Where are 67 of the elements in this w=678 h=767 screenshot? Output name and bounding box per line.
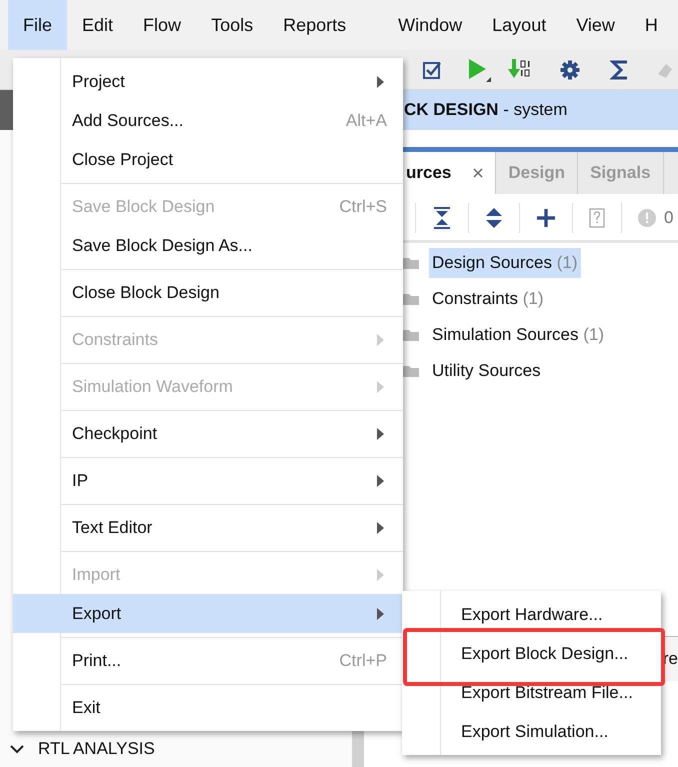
menu-item[interactable]: Print... Ctrl+P [13,641,403,680]
folder-icon [402,364,420,378]
tree-item[interactable]: Constraints (1) [429,284,546,314]
menu-bar-item[interactable]: View [561,0,630,50]
settings-icon[interactable] [560,60,580,80]
menu-item-label: Save Block Design As... [72,236,252,256]
menu-item[interactable]: Export Simulation... [402,712,661,751]
collapse-all-icon[interactable] [432,207,452,229]
menu-item-label: Close Project [72,150,174,170]
folder-icon [402,292,420,306]
menu-item[interactable]: Text Editor [13,508,403,547]
menu-item-label: Text Editor [72,518,152,538]
menu-bar-item[interactable]: Flow [128,0,196,50]
menu-bar-item[interactable]: File [8,0,68,50]
menu-item[interactable]: Close Block Design [13,273,403,312]
menu-bar-item[interactable]: Edit [67,0,128,50]
menu-item-label: Save Block Design [72,196,215,216]
menu-item-label: Export Simulation... [461,722,608,742]
menu-item-label: Checkpoint [72,424,158,444]
expand-all-icon[interactable] [485,207,503,229]
shortcut-label: Alt+A [346,110,387,130]
tree-item[interactable]: Simulation Sources (1) [429,320,607,350]
close-icon[interactable] [473,168,484,178]
menu-item[interactable]: Checkpoint [13,414,403,453]
menu-item-label: Import [72,564,120,584]
menu-item[interactable]: Add Sources... Alt+A [13,101,403,140]
menu-item-label: Export Hardware... [461,604,603,624]
tree-item[interactable]: Utility Sources [429,356,544,386]
diagram-title: CK DESIGN - system [404,100,568,120]
menu-bar-item[interactable]: Reports [268,0,362,50]
menu-item-label: Export Block Design... [461,644,628,664]
menu-item-label: Add Sources... [72,110,184,130]
menu-bar-item[interactable]: Window [383,0,478,50]
chevron-icon[interactable] [10,744,24,754]
folder-icon [402,256,420,270]
menu-item-label: IP [72,470,88,490]
menu-bar-item[interactable]: Layout [477,0,562,50]
menu-bar-item[interactable]: Tools [196,0,268,50]
menu-item-label: Export Bitstream File... [461,682,633,702]
menu-item[interactable]: IP [13,461,403,500]
bitstream-icon[interactable] [508,58,532,80]
menu-item-label: Close Block Design [72,282,220,302]
menu-item[interactable]: Project [13,62,403,101]
menu-item-label: Exit [72,698,100,718]
menu-item-label: Simulation Waveform [72,376,233,396]
menu-item[interactable]: Exit [13,688,403,727]
tab-label: Signals [590,163,651,183]
sigma-icon[interactable] [610,58,630,80]
menu-item-label: Export [72,604,122,624]
add-icon[interactable] [536,208,556,228]
menu-item[interactable]: Export [13,594,403,633]
folder-icon [402,328,420,342]
shortcut-label: Ctrl+P [339,650,387,670]
checkbox-icon[interactable] [422,60,442,80]
section-label[interactable]: RTL ANALYSIS [38,739,155,759]
menu-item-label: Project [72,72,125,92]
menu-bar-item[interactable]: H [630,0,658,50]
warning-count-icon [638,209,656,227]
menu-item[interactable]: Export Bitstream File... [402,673,661,712]
menu-item-label: Print... [72,650,122,670]
tab-label: Design [508,163,566,183]
tree-item[interactable]: Design Sources (1) [429,248,581,278]
tab-label: urces [406,163,452,183]
warning-count: 0 [664,208,674,228]
menu-item[interactable]: Save Block Design As... [13,226,403,265]
menu-item-label: Constraints [72,330,158,350]
shortcut-label: Ctrl+S [339,196,387,216]
